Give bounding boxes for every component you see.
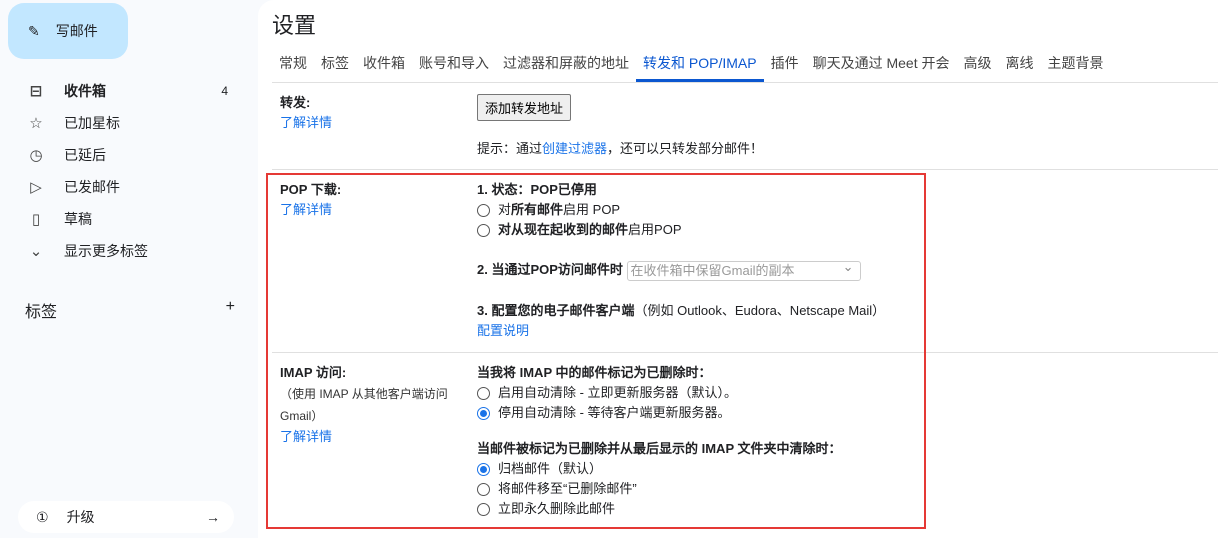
learn-more-link[interactable]: 了解详情 [280, 427, 460, 447]
config-instructions-link[interactable]: 配置说明 [477, 321, 885, 341]
opt-text: 对 [498, 222, 512, 237]
opt-text: 启用POP [628, 222, 682, 237]
tab-general[interactable]: 常规 [272, 44, 314, 82]
opt-text: 从现在起收到的邮件 [511, 222, 629, 237]
opt-text: 将邮件移至“已删除邮件” [498, 481, 637, 496]
pop-enable-new-radio[interactable]: 对从现在起收到的邮件启用POP [477, 220, 885, 240]
draft-icon: ▯ [31, 211, 41, 228]
opt-text: 所有邮件 [511, 202, 564, 217]
create-filter-link[interactable]: 创建过滤器 [542, 141, 607, 156]
inbox-icon: ⊟ [29, 83, 43, 100]
forwarding-label: 转发: 了解详情 [280, 93, 332, 133]
sidebar-item-inbox[interactable]: ⊟ 收件箱 4 [0, 75, 248, 107]
imap-subtitle: （使用 IMAP 从其他客户端访问 Gmail） [280, 387, 448, 423]
tab-filters[interactable]: 过滤器和屏蔽的地址 [496, 44, 636, 82]
learn-more-link[interactable]: 了解详情 [280, 200, 341, 220]
upgrade-label: 升级 [66, 509, 95, 525]
tab-inbox[interactable]: 收件箱 [356, 44, 412, 82]
upgrade-icon: ① [36, 508, 49, 525]
sidebar-item-drafts[interactable]: ▯ 草稿 [0, 203, 248, 235]
tip-text: ，还可以只转发部分邮件！ [607, 141, 764, 156]
learn-more-link[interactable]: 了解详情 [280, 113, 332, 133]
expunge-question: 当我将 IMAP 中的邮件标记为已删除时： [477, 365, 712, 380]
imap-label: IMAP 访问: （使用 IMAP 从其他客户端访问 Gmail） 了解详情 [280, 363, 460, 447]
sidebar-item-label: 已加星标 [64, 115, 120, 131]
config-hint: （例如 Outlook、Eudora、Netscape Mail） [634, 302, 886, 318]
tab-chat-meet[interactable]: 聊天及通过 Meet 开会 [806, 44, 957, 82]
tab-offline[interactable]: 离线 [998, 44, 1040, 82]
tab-labels[interactable]: 标签 [314, 44, 356, 82]
sidebar-item-label: 已发邮件 [64, 179, 120, 195]
imap-section: IMAP 访问: （使用 IMAP 从其他客户端访问 Gmail） 了解详情 当我将… [272, 353, 1218, 538]
plus-icon[interactable]: + [226, 298, 235, 322]
settings-tabs: 常规 标签 收件箱 账号和导入 过滤器和屏蔽的地址 转发和 POP/IMAP 插… [272, 44, 1218, 83]
config-label: 3. 配置您的电子邮件客户端 [477, 302, 635, 318]
opt-text: 停用自动清除 - 等待客户端更新服务器。 [498, 405, 731, 420]
status-label: 1. 状态： [477, 182, 531, 197]
pencil-icon: ✎ [28, 22, 40, 39]
labels-title: 标签 [25, 304, 58, 321]
section-title: IMAP 访问: [280, 365, 347, 380]
pop-enable-all-radio[interactable]: 对所有邮件启用 POP [477, 200, 885, 220]
sidebar-item-label: 草稿 [64, 211, 92, 227]
sidebar-item-label: 收件箱 [64, 83, 106, 99]
pop-label: POP 下载: 了解详情 [280, 180, 341, 220]
move-to-trash-radio[interactable]: 将邮件移至“已删除邮件” [477, 479, 842, 499]
tab-advanced[interactable]: 高级 [956, 44, 998, 82]
sidebar-item-more[interactable]: ⌄ 显示更多标签 [0, 235, 248, 267]
tab-forwarding-pop-imap[interactable]: 转发和 POP/IMAP [636, 44, 764, 82]
sidebar-item-starred[interactable]: ☆ 已加星标 [0, 107, 248, 139]
tab-themes[interactable]: 主题背景 [1040, 44, 1110, 82]
compose-button[interactable]: ✎ 写邮件 [8, 3, 128, 59]
pop-status: 1. 状态：POP已停用 [477, 180, 885, 200]
deleted-question: 当邮件被标记为已删除并从最后显示的 IMAP 文件夹中清除时： [477, 441, 842, 456]
pop-action-select[interactable]: 在收件箱中保留Gmail的副本 [626, 258, 861, 281]
opt-text: 启用 POP [563, 202, 621, 217]
add-forwarding-address-button[interactable]: 添加转发地址 [477, 94, 572, 121]
forwarding-content: 添加转发地址 提示：通过创建过滤器，还可以只转发部分邮件！ [477, 94, 763, 159]
opt-text: 启用自动清除 - 立即更新服务器（默认）。 [498, 385, 738, 400]
chevron-down-icon: ⌄ [29, 243, 43, 260]
nav-list: ⊟ 收件箱 4 ☆ 已加星标 ◷ 已延后 ▷ 已发邮件 ▯ 草稿 ⌄ 显示更多标签 [0, 75, 248, 267]
section-title: POP 下载: [280, 182, 342, 197]
unread-count: 4 [221, 84, 228, 98]
clock-icon: ◷ [29, 147, 43, 164]
page-title: 设置 [272, 13, 317, 38]
when-label: 2. 当通过POP访问邮件时 [477, 262, 623, 277]
compose-label: 写邮件 [55, 23, 98, 39]
imap-content: 当我将 IMAP 中的邮件标记为已删除时： 启用自动清除 - 立即更新服务器（默… [477, 363, 842, 519]
section-title: 转发: [280, 95, 311, 110]
sidebar-item-label: 显示更多标签 [64, 243, 148, 259]
tab-accounts[interactable]: 账号和导入 [412, 44, 496, 82]
opt-text: 对 [498, 202, 512, 217]
star-icon: ☆ [29, 115, 43, 132]
arrow-right-icon: → [206, 509, 220, 525]
pop-content: 1. 状态：POP已停用 对所有邮件启用 POP 对从现在起收到的邮件启用POP… [477, 180, 885, 341]
archive-radio[interactable]: 归档邮件（默认） [477, 459, 842, 479]
delete-forever-radio[interactable]: 立即永久删除此邮件 [477, 499, 842, 519]
sidebar-item-sent[interactable]: ▷ 已发邮件 [0, 171, 248, 203]
forwarding-tip: 提示：通过创建过滤器，还可以只转发部分邮件！ [477, 139, 763, 159]
tip-text: 提示：通过 [477, 141, 543, 156]
opt-text: 归档邮件（默认） [498, 461, 603, 476]
settings-panel: 设置 常规 标签 收件箱 账号和导入 过滤器和屏蔽的地址 转发和 POP/IMA… [258, 0, 1218, 538]
sidebar: ✎ 写邮件 ⊟ 收件箱 4 ☆ 已加星标 ◷ 已延后 ▷ 已发邮件 ▯ 草稿 ⌄ 显示更多标签 … [0, 0, 256, 538]
status-value: POP已停用 [530, 182, 597, 197]
upgrade-button[interactable]: ① 升级 → [18, 501, 234, 533]
labels-heading: 标签 + [25, 298, 235, 322]
pop-section: POP 下载: 了解详情 1. 状态：POP已停用 对所有邮件启用 POP 对从现… [272, 170, 1218, 353]
sidebar-item-snoozed[interactable]: ◷ 已延后 [0, 139, 248, 171]
auto-expunge-on-radio[interactable]: 启用自动清除 - 立即更新服务器（默认）。 [477, 383, 842, 403]
opt-text: 立即永久删除此邮件 [498, 501, 616, 516]
tab-addons[interactable]: 插件 [764, 44, 806, 82]
sidebar-item-label: 已延后 [64, 147, 106, 163]
send-icon: ▷ [30, 179, 42, 196]
auto-expunge-off-radio[interactable]: 停用自动清除 - 等待客户端更新服务器。 [477, 403, 842, 423]
forwarding-section: 转发: 了解详情 添加转发地址 提示：通过创建过滤器，还可以只转发部分邮件！ [272, 83, 1218, 170]
